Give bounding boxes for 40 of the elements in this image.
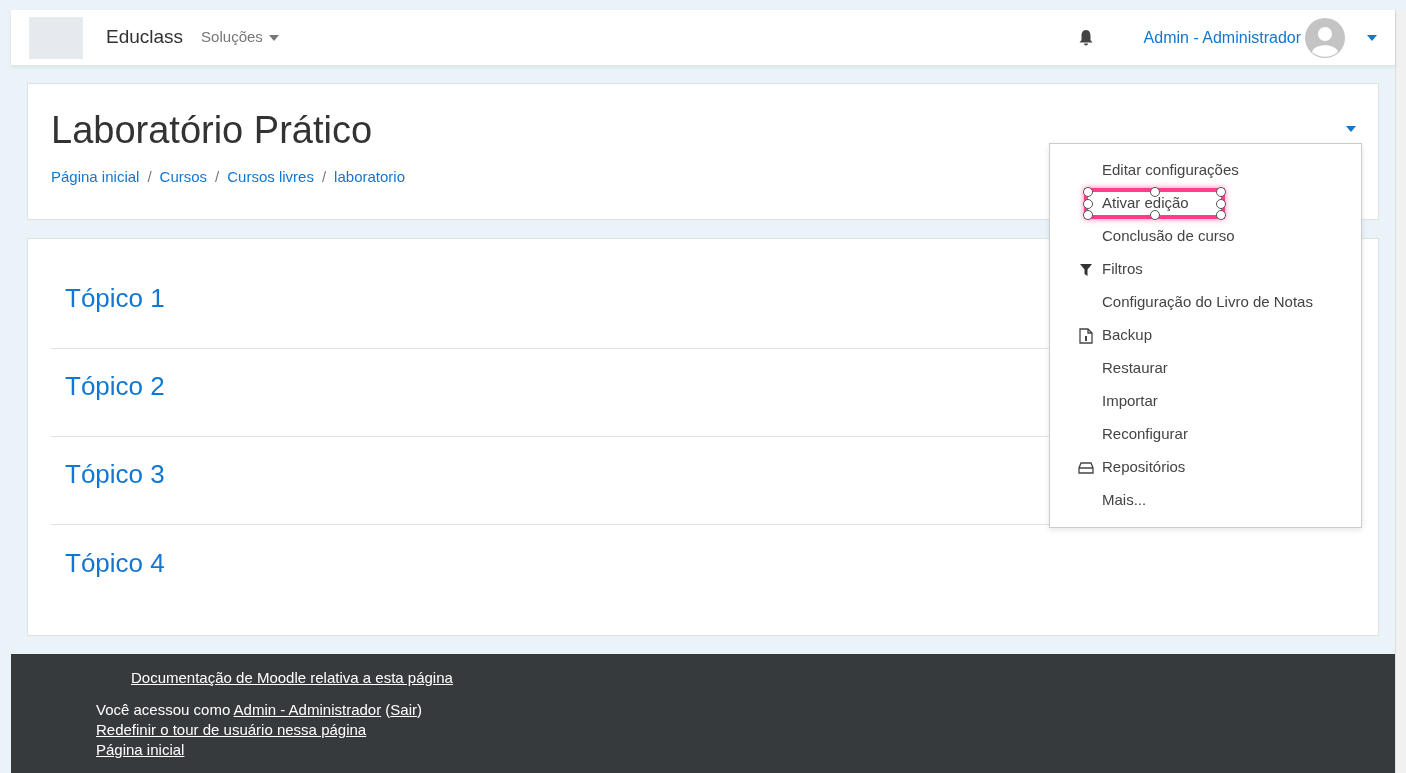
login-info: Você acessou como Admin - Administrador (Sair) — [96, 700, 423, 720]
caret-icon — [1367, 34, 1377, 41]
breadcrumb-separator: / — [215, 166, 220, 187]
breadcrumb-link[interactable]: Página inicial — [51, 165, 140, 189]
user-link[interactable]: Admin - Administrador — [233, 701, 382, 718]
breadcrumb-separator: / — [321, 166, 327, 187]
breadcrumb-separator: / — [147, 166, 152, 187]
drive-icon — [1078, 461, 1094, 474]
logo-placeholder — [29, 16, 83, 59]
menu-item[interactable]: Restaurar — [1102, 357, 1168, 380]
breadcrumb-link[interactable]: laboratorio — [334, 165, 405, 189]
menu-item[interactable]: Editar configurações — [1102, 159, 1239, 182]
menu-item[interactable]: Configuração do Livro de Notas — [1102, 291, 1313, 314]
menu-item[interactable]: Reconfigurar — [1102, 423, 1188, 446]
menu-item[interactable]: Importar — [1102, 390, 1158, 413]
topic-link[interactable]: Tópico 3 — [65, 455, 165, 494]
menu-item[interactable]: Ativar edição — [1102, 192, 1189, 215]
brand-link[interactable]: Educlass — [106, 23, 184, 52]
menu-item[interactable]: Repositórios — [1102, 456, 1186, 479]
menu-item[interactable]: Conclusão de curso — [1102, 225, 1235, 248]
reset-tour-link[interactable]: Redefinir o tour de usuário nessa página — [96, 720, 367, 740]
file-icon — [1079, 327, 1093, 344]
logout-link[interactable]: Sair — [390, 701, 417, 718]
topic-link[interactable]: Tópico 1 — [65, 279, 165, 318]
caret-icon — [268, 34, 279, 41]
user-menu-link[interactable]: Admin - Administrador — [1143, 25, 1301, 50]
filter-icon — [1080, 263, 1092, 276]
breadcrumb-link[interactable]: Cursos livres — [227, 165, 314, 189]
bell-icon[interactable] — [1077, 29, 1094, 46]
breadcrumb-link[interactable]: Cursos — [159, 165, 208, 189]
actions-caret-icon — [1346, 126, 1356, 132]
solutions-menu[interactable]: Soluções — [201, 26, 279, 49]
menu-item[interactable]: Filtros — [1102, 258, 1143, 281]
home-link[interactable]: Página inicial — [96, 740, 185, 760]
menu-item[interactable]: Backup — [1102, 324, 1153, 347]
topic-link[interactable]: Tópico 4 — [65, 543, 165, 583]
menu-item[interactable]: Mais... — [1102, 489, 1147, 512]
course-title: Laboratório Prático — [51, 110, 373, 152]
topic-link[interactable]: Tópico 2 — [65, 367, 165, 406]
documentation-link[interactable]: Documentação de Moodle relativa a esta página — [131, 669, 453, 686]
